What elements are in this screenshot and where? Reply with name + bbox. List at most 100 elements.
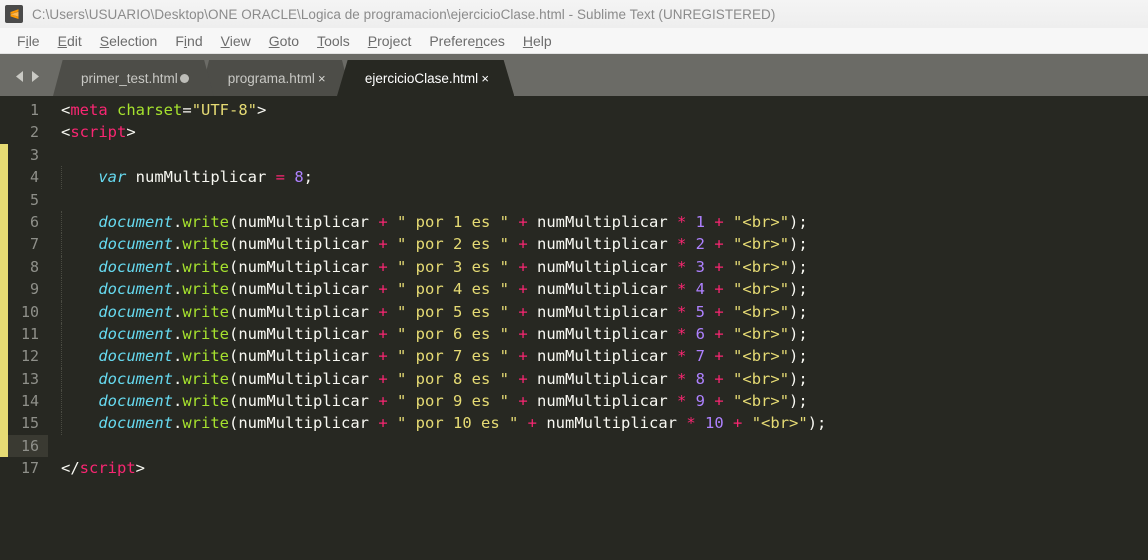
code-line[interactable]: 17 </script> bbox=[0, 457, 1148, 479]
token-plain: numMultiplicar bbox=[527, 302, 677, 321]
menu-item-file[interactable]: File bbox=[8, 33, 49, 49]
code-line[interactable]: 16 bbox=[0, 434, 1148, 458]
code-line[interactable]: 2 <script> bbox=[0, 121, 1148, 143]
menu-item-view[interactable]: View bbox=[212, 33, 260, 49]
code-line[interactable]: 8 document.write(numMultiplicar + " por … bbox=[0, 255, 1148, 279]
tab-ejercicioClase-html[interactable]: ejercicioClase.html × bbox=[336, 60, 515, 96]
code-line[interactable]: 7 document.write(numMultiplicar + " por … bbox=[0, 233, 1148, 257]
menu-label-view: View bbox=[220, 32, 251, 49]
token-str: "<br>" bbox=[733, 347, 790, 366]
line-number: 17 bbox=[20, 459, 39, 478]
menu-item-find[interactable]: Find bbox=[166, 33, 211, 49]
token-op: + bbox=[518, 212, 528, 231]
code-line[interactable]: 12 document.write(numMultiplicar + " por… bbox=[0, 345, 1148, 369]
token-op: + bbox=[714, 212, 724, 231]
token-num: 9 bbox=[695, 392, 706, 411]
token-op: + bbox=[378, 414, 388, 433]
token-str: "<br>" bbox=[733, 257, 790, 276]
menu-label-edit: Edit bbox=[57, 32, 82, 49]
code-line-content: <meta charset="UTF-8"> bbox=[48, 99, 1148, 121]
token-plain: (numMultiplicar bbox=[229, 369, 379, 388]
tab-close-button[interactable]: × bbox=[315, 71, 329, 85]
token-plain: ); bbox=[789, 347, 808, 366]
code-line[interactable]: 3 bbox=[0, 144, 1148, 166]
token-op: * bbox=[676, 257, 687, 276]
token-plain: > bbox=[257, 101, 267, 119]
token-plain: . bbox=[172, 324, 183, 343]
token-str: "UTF-8" bbox=[191, 101, 258, 119]
menu-label-selection: Selection bbox=[99, 32, 158, 49]
code-line[interactable]: 11 document.write(numMultiplicar + " por… bbox=[0, 322, 1148, 346]
code-line-content: document.write(numMultiplicar + " por 3 … bbox=[48, 255, 1148, 279]
menu-item-help[interactable]: Help bbox=[514, 33, 561, 49]
token-op: + bbox=[378, 235, 388, 254]
code-line[interactable]: 4 var numMultiplicar = 8; bbox=[0, 166, 1148, 189]
token-op: + bbox=[714, 369, 724, 388]
token-op: * bbox=[676, 212, 687, 231]
token-str: "<br>" bbox=[733, 369, 790, 388]
menu-item-goto[interactable]: Goto bbox=[260, 33, 308, 49]
token-plain: ); bbox=[789, 392, 808, 411]
token-plain: = bbox=[182, 101, 192, 119]
token-op: + bbox=[378, 257, 388, 276]
code-line[interactable]: 14 document.write(numMultiplicar + " por… bbox=[0, 390, 1148, 413]
code-line-content: document.write(numMultiplicar + " por 5 … bbox=[48, 300, 1148, 324]
menu-item-selection[interactable]: Selection bbox=[91, 33, 167, 49]
menu-label-goto: Goto bbox=[268, 32, 300, 49]
menu-item-project[interactable]: Project bbox=[359, 33, 421, 49]
token-op: + bbox=[378, 280, 388, 299]
menu-item-edit[interactable]: Edit bbox=[49, 33, 91, 49]
token-op: + bbox=[378, 369, 388, 388]
code-line[interactable]: 13 document.write(numMultiplicar + " por… bbox=[0, 367, 1148, 391]
code-line-content: document.write(numMultiplicar + " por 1 … bbox=[48, 210, 1148, 234]
menu-item-tools[interactable]: Tools bbox=[308, 33, 359, 49]
token-op: + bbox=[518, 369, 528, 388]
token-tag: meta bbox=[70, 101, 108, 119]
token-num: 4 bbox=[695, 280, 706, 299]
code-line-content: document.write(numMultiplicar + " por 9 … bbox=[48, 390, 1148, 413]
menu-item-preferences[interactable]: Preferences bbox=[420, 33, 514, 49]
chevron-left-icon[interactable] bbox=[14, 70, 25, 83]
title-bar: C:\Users\USUARIO\Desktop\ONE ORACLE\Logi… bbox=[0, 0, 1148, 28]
code-editor[interactable]: 1 <meta charset="UTF-8"> 2 <script> 3 4 var n… bbox=[0, 96, 1148, 560]
tab-programa-html[interactable]: programa.html × bbox=[199, 60, 351, 96]
token-op: + bbox=[714, 347, 724, 366]
token-str: "<br>" bbox=[733, 235, 790, 254]
token-plain: (numMultiplicar bbox=[229, 235, 379, 254]
code-line[interactable]: 6 document.write(numMultiplicar + " por … bbox=[0, 210, 1148, 234]
token-str: " por 3 es " bbox=[397, 257, 509, 276]
code-line[interactable]: 9 document.write(numMultiplicar + " por … bbox=[0, 278, 1148, 301]
token-fn: write bbox=[182, 347, 229, 366]
token-num: 7 bbox=[695, 347, 706, 366]
code-line[interactable]: 1 <meta charset="UTF-8"> bbox=[0, 99, 1148, 121]
menu-label-tools: Tools bbox=[317, 32, 350, 49]
code-line[interactable]: 15 document.write(numMultiplicar + " por… bbox=[0, 412, 1148, 436]
token-tag: script bbox=[70, 123, 127, 142]
tab-primer_test-html[interactable]: primer_test.html bbox=[53, 60, 214, 96]
token-fn: write bbox=[182, 257, 229, 276]
tab-dirty-indicator[interactable] bbox=[178, 71, 192, 85]
code-line[interactable]: 5 bbox=[0, 189, 1148, 211]
tab-close-button[interactable]: × bbox=[478, 71, 492, 85]
code-line-content: document.write(numMultiplicar + " por 10… bbox=[48, 412, 1148, 436]
token-str: " por 1 es " bbox=[397, 212, 509, 231]
token-op: * bbox=[676, 347, 687, 366]
line-number: 1 bbox=[29, 101, 39, 119]
token-num: 8 bbox=[695, 369, 706, 388]
code-line[interactable]: 10 document.write(numMultiplicar + " por… bbox=[0, 300, 1148, 324]
token-plain: (numMultiplicar bbox=[229, 257, 379, 276]
chevron-forward-icon[interactable] bbox=[30, 70, 41, 83]
